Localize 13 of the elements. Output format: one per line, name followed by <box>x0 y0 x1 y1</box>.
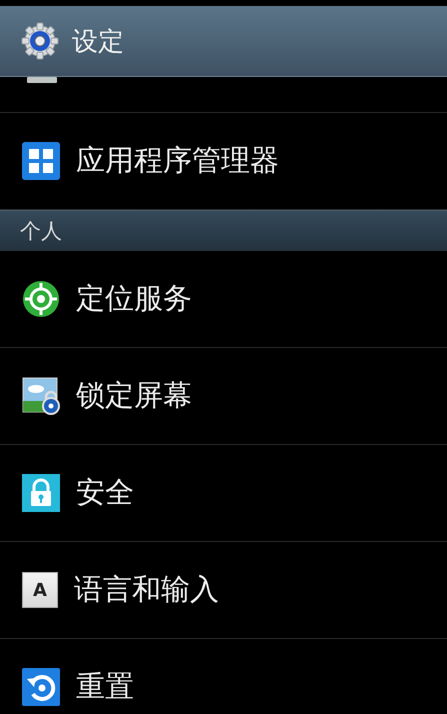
settings-item[interactable]: 锁定屏幕 <box>0 348 447 445</box>
section-header: 个人 <box>0 210 447 251</box>
settings-item[interactable]: A 语言和输入 <box>0 542 447 639</box>
settings-item[interactable]: 安全 <box>0 445 447 542</box>
landscape-lock-icon <box>22 377 60 415</box>
settings-item[interactable]: 定位服务 <box>0 251 447 348</box>
screen-title: 设定 <box>72 26 124 58</box>
keyboard-key-icon: A <box>22 572 58 608</box>
grid-icon <box>22 142 60 180</box>
settings-item[interactable]: 重置 <box>0 639 447 714</box>
padlock-icon <box>22 474 60 512</box>
gear-icon <box>20 21 60 61</box>
location-target-icon <box>22 280 60 318</box>
